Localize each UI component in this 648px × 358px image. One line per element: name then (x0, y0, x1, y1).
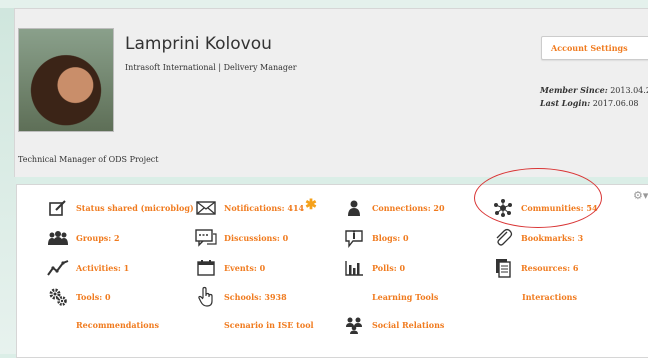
discussions-link[interactable]: Discussions: 0 (194, 228, 288, 248)
discussions-label: Discussions: 0 (224, 233, 289, 243)
last-login-value: 2017.06.08 (592, 99, 639, 108)
bars-icon (342, 258, 366, 278)
paperclip-icon (491, 228, 515, 248)
learning-tools-label: Learning Tools (372, 292, 439, 302)
blogs-link[interactable]: Blogs: 0 (342, 228, 409, 248)
bookmarks-label: Bookmarks: 3 (521, 233, 584, 243)
connections-link[interactable]: Connections: 20 (342, 198, 445, 218)
status-link[interactable]: Status shared (microblog) (46, 198, 194, 218)
user-name: Lamprini Kolovou (125, 34, 272, 54)
notifications-link[interactable]: Notifications: 414 ✱ (194, 197, 317, 218)
notifications-label: Notifications: 414 (224, 203, 305, 213)
polls-label: Polls: 0 (372, 263, 406, 273)
recommendations-link[interactable]: Recommendations (76, 315, 159, 335)
social-icon (342, 315, 366, 335)
interactions-link[interactable]: Interactions (522, 287, 577, 307)
gear-menu-icon[interactable]: ⚙▾ (633, 190, 648, 202)
learning-tools-link[interactable]: Learning Tools (372, 287, 438, 307)
tools-link[interactable]: Tools: 0 (46, 287, 111, 307)
pointer-hand-icon (194, 286, 218, 307)
events-label: Events: 0 (224, 263, 266, 273)
interactions-label: Interactions (522, 292, 578, 302)
communities-highlight-ellipse (474, 168, 602, 228)
blogs-label: Blogs: 0 (372, 233, 409, 243)
member-since-label: Member Since: (540, 85, 608, 95)
recommendations-label: Recommendations (76, 320, 159, 330)
resources-link[interactable]: Resources: 6 (491, 258, 578, 278)
member-since: Member Since: 2013.04.2 (540, 85, 648, 95)
social-relations-link[interactable]: Social Relations (342, 315, 444, 335)
blog-icon (342, 228, 366, 248)
new-star-icon: ✱ (305, 197, 317, 213)
connections-label: Connections: 20 (372, 203, 445, 213)
documents-icon (491, 258, 515, 278)
polls-link[interactable]: Polls: 0 (342, 258, 405, 278)
profile-description: Technical Manager of ODS Project (18, 155, 159, 164)
activities-link[interactable]: Activities: 1 (46, 258, 129, 278)
trend-icon (46, 258, 70, 278)
last-login: Last Login: 2017.06.08 (540, 98, 639, 108)
status-label: Status shared (microblog) (76, 203, 194, 213)
member-since-value: 2013.04.2 (610, 86, 648, 95)
schools-label: Schools: 3938 (224, 292, 287, 302)
events-link[interactable]: Events: 0 (194, 258, 265, 278)
gears-icon (46, 287, 70, 307)
scenario-label: Scenario in ISE tool (224, 320, 314, 330)
groups-icon (46, 228, 70, 248)
user-organization: Intrasoft International | Delivery Manag… (125, 63, 297, 72)
groups-label: Groups: 2 (76, 233, 120, 243)
account-settings-button[interactable]: Account Settings (541, 36, 648, 60)
chat-icon (194, 228, 218, 248)
scenario-link[interactable]: Scenario in ISE tool (224, 315, 314, 335)
schools-link[interactable]: Schools: 3938 (194, 286, 287, 307)
bookmarks-link[interactable]: Bookmarks: 3 (491, 228, 583, 248)
background-top (0, 0, 648, 8)
envelope-icon (194, 198, 218, 218)
avatar (18, 28, 114, 132)
social-relations-label: Social Relations (372, 320, 445, 330)
resources-label: Resources: 6 (521, 263, 579, 273)
tools-label: Tools: 0 (76, 292, 111, 302)
activities-label: Activities: 1 (76, 263, 130, 273)
groups-link[interactable]: Groups: 2 (46, 228, 120, 248)
last-login-label: Last Login: (540, 98, 591, 108)
calendar-icon (194, 258, 218, 278)
person-icon (342, 198, 366, 218)
edit-icon (46, 198, 70, 218)
